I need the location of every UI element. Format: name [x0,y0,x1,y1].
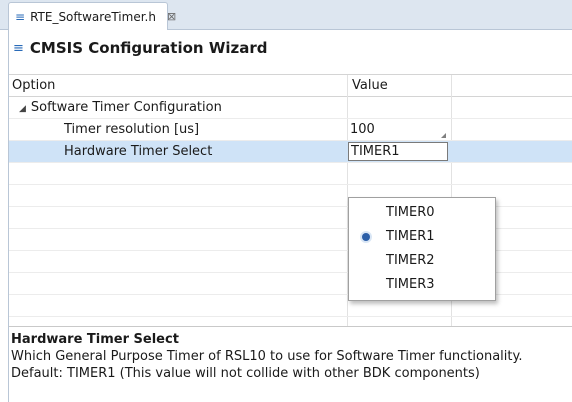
tab-label: RTE_SoftwareTimer.h [30,9,156,24]
dropdown-option-timer1[interactable]: TIMER1 [349,225,495,249]
option-label: Timer resolution [us] [64,122,200,137]
list-icon: ≡ [13,40,24,56]
list-icon: ≡ [15,9,26,24]
table-header: Option Value [9,75,572,97]
help-description: Which General Purpose Timer of RSL10 to … [11,349,523,364]
table-row[interactable]: Timer resolution [us] 100 [9,119,572,141]
column-header-option[interactable]: Option [9,75,55,97]
tab-rte-softwaretimer[interactable]: ≡ RTE_SoftwareTimer.h ⊠ [8,2,176,30]
close-icon[interactable]: ⊠ [167,10,176,23]
expand-triangle-icon[interactable]: ◢ [19,99,26,120]
edit-marker-icon [441,133,446,138]
table-row-selected[interactable]: Hardware Timer Select TIMER1 [9,141,572,163]
option-label: Hardware Timer Select [64,144,213,159]
timer-dropdown-list: TIMER0 TIMER1 TIMER2 TIMER3 [348,197,496,301]
dropdown-option-timer0[interactable]: TIMER0 [349,201,495,225]
help-title: Hardware Timer Select [11,332,179,347]
group-label: Software Timer Configuration [30,100,222,115]
column-header-value[interactable]: Value [349,75,388,97]
editor-tab-bar: ≡ RTE_SoftwareTimer.h ⊠ [0,0,572,30]
wizard-title: CMSIS Configuration Wizard [29,39,268,57]
help-panel: Hardware Timer Select Which General Purp… [9,326,572,402]
dropdown-option-timer2[interactable]: TIMER2 [349,249,495,273]
dropdown-option-timer3[interactable]: TIMER3 [349,273,495,297]
selected-radio-icon [362,233,370,241]
help-default: Default: TIMER1 (This value will not col… [11,366,480,381]
table-row-empty [9,163,572,185]
timer-select-combobox[interactable]: TIMER1 [348,142,448,161]
tree-row-group[interactable]: ◢ Software Timer Configuration [9,97,572,119]
editor-area: ≡ CMSIS Configuration Wizard Option Valu… [8,30,572,402]
value-field[interactable]: 100 [350,119,375,140]
wizard-header: ≡ CMSIS Configuration Wizard [9,36,572,60]
